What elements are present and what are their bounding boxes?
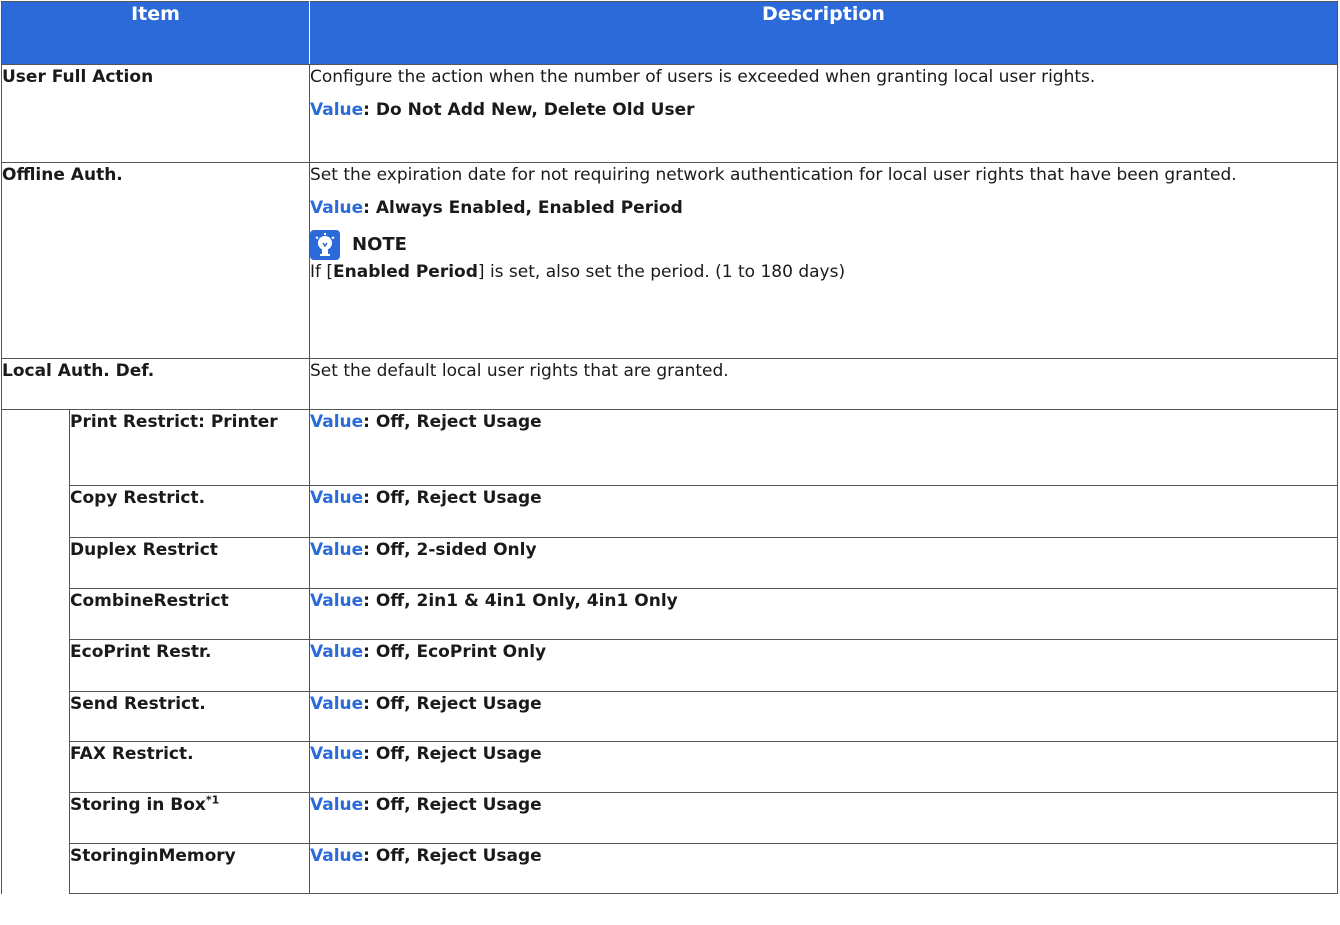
sub-item: Send Restrict. <box>69 691 310 742</box>
sub-item: Duplex Restrict <box>69 537 310 589</box>
table-row: User Full Action Configure the action wh… <box>1 64 1338 163</box>
header-item: Item <box>1 1 310 65</box>
value-text: : Off, Reject Usage <box>363 412 542 432</box>
value-label: Value <box>310 540 364 560</box>
sub-value: Value: Off, Reject Usage <box>309 691 1338 742</box>
row-desc-offline-auth: Set the expiration date for not requirin… <box>309 162 1338 359</box>
value-line: Value: Do Not Add New, Delete Old User <box>310 98 1337 122</box>
value-text: : Off, Reject Usage <box>363 744 542 764</box>
sub-value: Value: Off, 2in1 & 4in1 Only, 4in1 Only <box>309 588 1338 640</box>
note-heading: NOTE <box>310 230 1337 260</box>
row-desc-local-auth-def: Set the default local user rights that a… <box>309 358 1338 410</box>
sub-value: Value: Off, EcoPrint Only <box>309 639 1338 692</box>
footnote-marker: *1 <box>205 793 220 807</box>
sub-value: Value: Off, Reject Usage <box>309 409 1338 486</box>
value-text: : Off, EcoPrint Only <box>363 642 547 662</box>
value-label: Value <box>310 412 364 432</box>
sub-value: Value: Off, Reject Usage <box>309 741 1338 793</box>
sub-value: Value: Off, Reject Usage <box>309 485 1338 538</box>
value-label: Value <box>310 198 364 218</box>
table-row: Copy Restrict. Value: Off, Reject Usage <box>2 485 1338 538</box>
table-header-row: Item Description <box>1 1 1338 65</box>
sub-value: Value: Off, 2-sided Only <box>309 537 1338 589</box>
sub-item: StoringinMemory <box>69 843 310 894</box>
value-text: : Off, Reject Usage <box>363 694 542 714</box>
table-row: Local Auth. Def. Set the default local u… <box>1 358 1338 410</box>
table-row: CombineRestrict Value: Off, 2in1 & 4in1 … <box>2 588 1338 640</box>
value-line: Value: Always Enabled, Enabled Period <box>310 196 1337 220</box>
header-description: Description <box>309 1 1338 65</box>
sub-item: CombineRestrict <box>69 588 310 640</box>
value-text: : Off, 2-sided Only <box>363 540 537 560</box>
value-text: : Always Enabled, Enabled Period <box>363 198 683 218</box>
note-title: NOTE <box>352 234 407 255</box>
note-text: If [Enabled Period] is set, also set the… <box>310 260 1337 284</box>
description-text: Configure the action when the number of … <box>310 67 1096 87</box>
description-text: Set the default local user rights that a… <box>310 361 729 381</box>
table-row: EcoPrint Restr. Value: Off, EcoPrint Onl… <box>2 639 1338 692</box>
description-text: Set the expiration date for not requirin… <box>310 165 1237 185</box>
sub-item: Print Restrict: Printer <box>69 409 310 486</box>
table-row: Duplex Restrict Value: Off, 2-sided Only <box>2 537 1338 589</box>
note-lightbulb-icon <box>310 230 340 260</box>
row-desc-user-full-action: Configure the action when the number of … <box>309 64 1338 163</box>
indent-cell <box>1 409 70 894</box>
row-item-local-auth-def: Local Auth. Def. <box>1 358 310 410</box>
value-label: Value <box>310 100 364 120</box>
sub-value: Value: Off, Reject Usage <box>309 843 1338 894</box>
table-row: FAX Restrict. Value: Off, Reject Usage <box>2 741 1338 793</box>
table-row: Send Restrict. Value: Off, Reject Usage <box>2 691 1338 742</box>
row-item-user-full-action: User Full Action <box>1 64 310 163</box>
row-item-offline-auth: Offline Auth. <box>1 162 310 359</box>
sub-value: Value: Off, Reject Usage <box>309 792 1338 844</box>
sub-item-storing-in-box: Storing in Box*1 <box>69 792 310 844</box>
note-text-bold: Enabled Period <box>333 262 478 282</box>
value-text: : Off, 2in1 & 4in1 Only, 4in1 Only <box>363 591 678 611</box>
value-label: Value <box>310 488 364 508</box>
value-label: Value <box>310 694 364 714</box>
value-label: Value <box>310 591 364 611</box>
value-text: : Off, Reject Usage <box>363 488 542 508</box>
value-label: Value <box>310 846 364 866</box>
table-row: StoringinMemory Value: Off, Reject Usage <box>2 843 1338 894</box>
note-text-pre: If [ <box>310 262 334 282</box>
value-label: Value <box>310 744 364 764</box>
value-text: : Off, Reject Usage <box>363 846 542 866</box>
value-text: : Do Not Add New, Delete Old User <box>363 100 695 120</box>
sub-item: FAX Restrict. <box>69 741 310 793</box>
value-text: : Off, Reject Usage <box>363 795 542 815</box>
table-row: Offline Auth. Set the expiration date fo… <box>1 162 1338 359</box>
sub-item-label: Storing in Box <box>70 795 206 815</box>
table-row: Storing in Box*1 Value: Off, Reject Usag… <box>2 792 1338 844</box>
sub-item: EcoPrint Restr. <box>69 639 310 692</box>
note-text-post: ] is set, also set the period. (1 to 180… <box>477 262 846 282</box>
sub-item: Copy Restrict. <box>69 485 310 538</box>
value-label: Value <box>310 642 364 662</box>
settings-table: Item Description User Full Action Config… <box>1 1 1338 894</box>
value-label: Value <box>310 795 364 815</box>
table-row: Print Restrict: Printer Value: Off, Reje… <box>1 409 1338 894</box>
page: Item Description User Full Action Config… <box>0 0 1340 925</box>
